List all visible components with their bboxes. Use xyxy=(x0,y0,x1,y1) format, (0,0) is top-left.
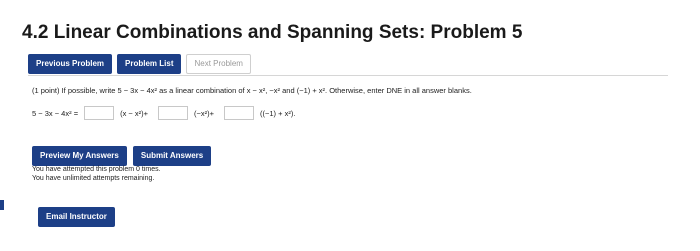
answer-input-3[interactable] xyxy=(224,106,255,120)
preview-answers-button[interactable]: Preview My Answers xyxy=(32,146,127,166)
problem-navigation: Previous Problem Problem List Next Probl… xyxy=(28,54,251,74)
term-1-label: (x − x²)+ xyxy=(120,108,148,118)
term-2-label: (−x²)+ xyxy=(194,108,215,118)
divider xyxy=(28,75,668,76)
left-edge-marker xyxy=(0,200,4,210)
attempts-remaining-text: You have unlimited attempts remaining. xyxy=(32,175,155,182)
answer-input-1[interactable] xyxy=(84,106,115,120)
term-3-label: ((−1) + x²). xyxy=(260,108,296,118)
previous-problem-button[interactable]: Previous Problem xyxy=(28,54,113,74)
answer-input-2[interactable] xyxy=(158,106,188,120)
answer-actions: Preview My Answers Submit Answers xyxy=(32,146,212,166)
email-instructor-button[interactable]: Email Instructor xyxy=(38,207,115,227)
attempted-count-text: You have attempted this problem 0 times. xyxy=(32,166,161,173)
problem-statement: (1 point) If possible, write 5 − 3x − 4x… xyxy=(32,86,472,95)
attempt-status: You have attempted this problem 0 times.… xyxy=(32,165,161,183)
equation-lhs: 5 − 3x − 4x² = xyxy=(32,108,79,118)
submit-answers-button[interactable]: Submit Answers xyxy=(132,146,212,166)
problem-list-button[interactable]: Problem List xyxy=(117,54,182,74)
page-title: 4.2 Linear Combinations and Spanning Set… xyxy=(22,22,523,43)
answer-row: 5 − 3x − 4x² = (x − x²)+ (−x²)+ ((−1) + … xyxy=(32,104,299,122)
next-problem-button: Next Problem xyxy=(186,54,251,74)
